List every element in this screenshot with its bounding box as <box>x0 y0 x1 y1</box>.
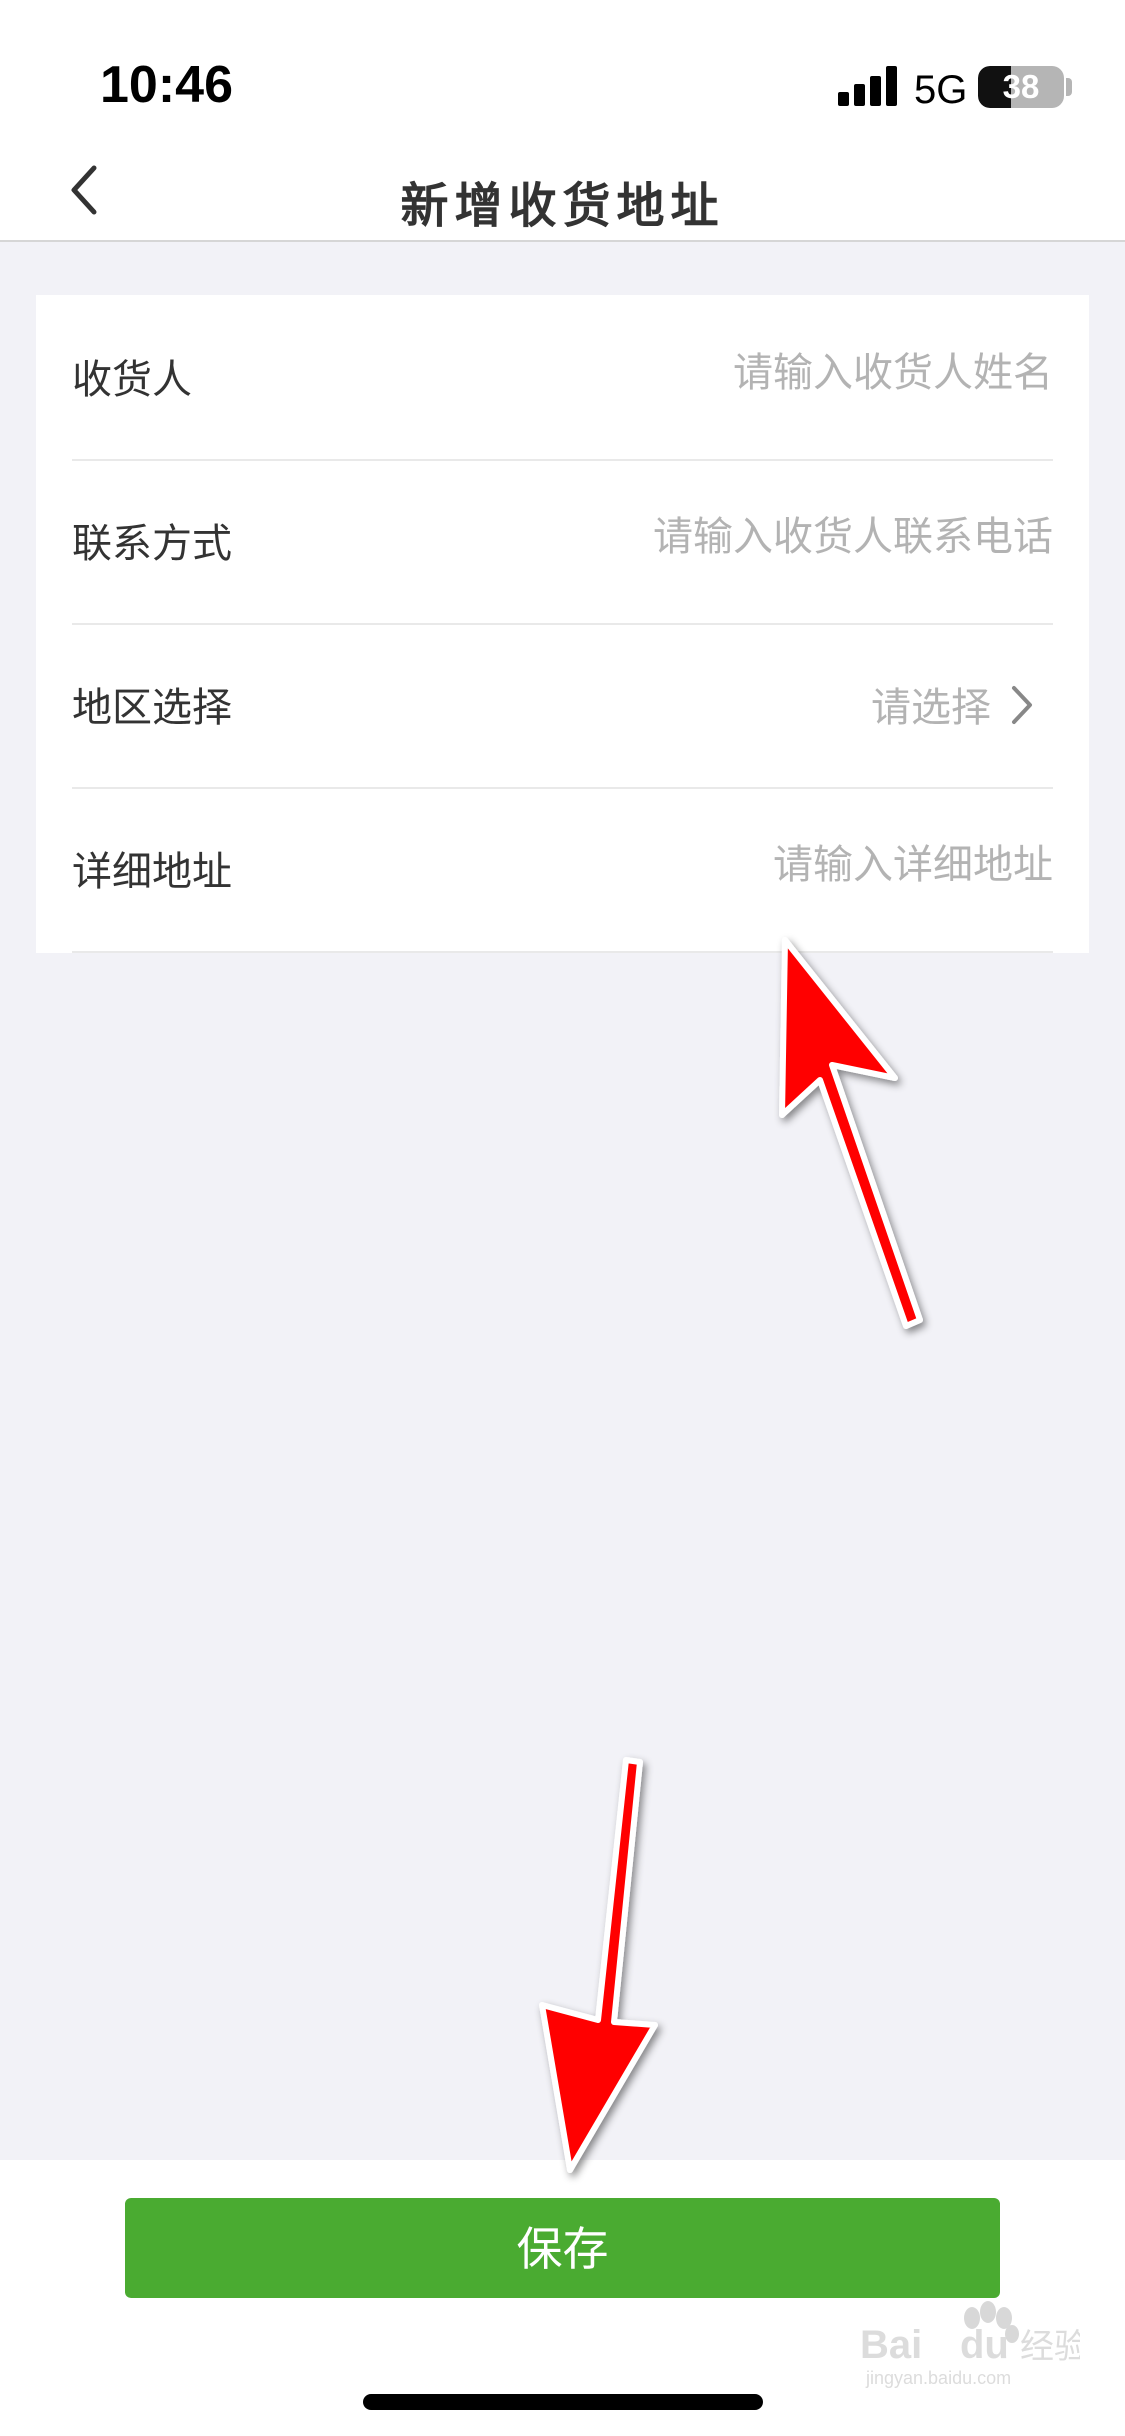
detail-address-label: 详细地址 <box>72 849 232 895</box>
address-form: 收货人 联系方式 地区选择 请选择 详细地址 <box>36 295 1089 953</box>
phone-row: 联系方式 <box>72 459 1053 625</box>
status-bar: 10:46 5G 38 <box>0 0 1125 140</box>
status-time: 10:46 <box>100 56 233 114</box>
save-button[interactable]: 保存 <box>125 2198 1000 2298</box>
region-row[interactable]: 地区选择 请选择 <box>72 623 1053 789</box>
phone-input[interactable] <box>433 505 1053 569</box>
nav-bar: 新增收货地址 <box>0 140 1125 242</box>
consignee-row: 收货人 <box>72 295 1053 461</box>
svg-text:经验: 经验 <box>1020 2327 1080 2367</box>
page-title: 新增收货地址 <box>400 178 725 234</box>
svg-text:du: du <box>960 2323 1009 2367</box>
battery-level: 38 <box>1002 68 1040 105</box>
detail-address-row: 详细地址 <box>72 787 1053 953</box>
detail-address-input[interactable] <box>433 833 1053 897</box>
home-indicator <box>363 2394 763 2410</box>
consignee-input[interactable] <box>433 341 1053 405</box>
svg-text:Bai: Bai <box>860 2323 922 2367</box>
chevron-right-icon <box>1012 686 1032 724</box>
svg-text:jingyan.baidu.com: jingyan.baidu.com <box>865 2368 1011 2388</box>
baidu-watermark-logo: Bai du 经验 jingyan.baidu.com <box>860 2301 1080 2388</box>
arrow-to-detail-address <box>779 937 923 1329</box>
phone-label: 联系方式 <box>72 521 232 567</box>
network-type: 5G <box>914 68 968 112</box>
battery-tip <box>1066 78 1072 96</box>
signal-icon <box>838 66 900 106</box>
region-label: 地区选择 <box>72 685 232 731</box>
arrow-to-save-button <box>539 1757 658 2173</box>
battery-icon: 38 <box>978 66 1064 108</box>
region-select-value: 请选择 <box>871 685 991 731</box>
consignee-label: 收货人 <box>72 357 192 403</box>
